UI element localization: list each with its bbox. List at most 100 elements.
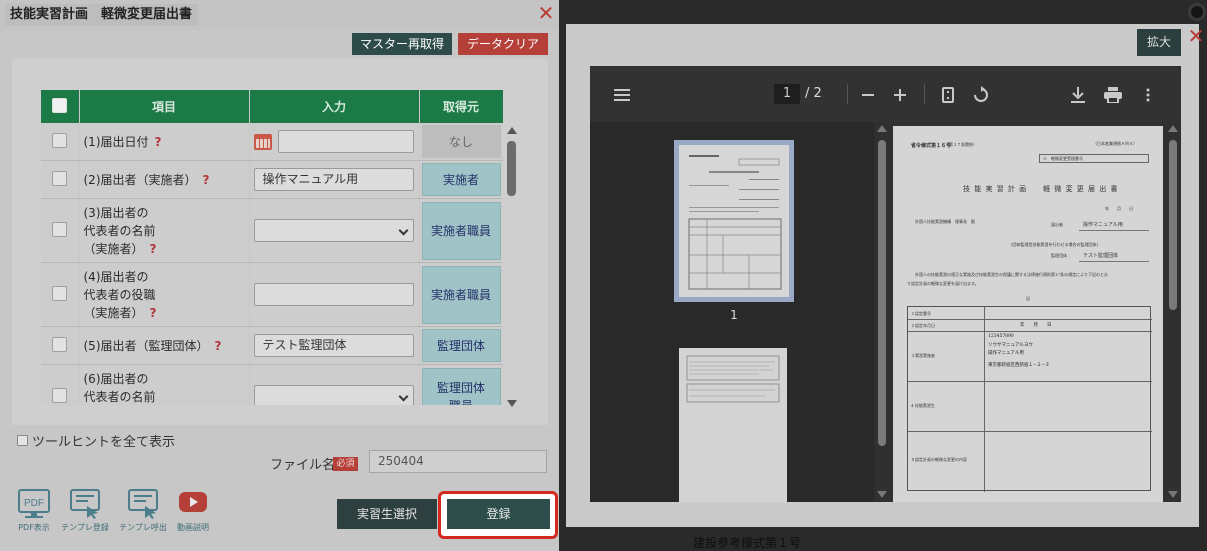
doc-addressee: 外国人技能実習機構 理事長 殿 xyxy=(915,219,975,224)
table-row: (5)届出者（監理団体）? テスト監理団体 監理団体 xyxy=(41,326,503,365)
source-badge[interactable]: 監理団体 職員 xyxy=(421,367,501,405)
scroll-down-icon[interactable] xyxy=(877,491,887,498)
source-badge[interactable]: 実施者職員 xyxy=(421,265,501,324)
source-badge: なし xyxy=(421,125,501,158)
video-guide-tool[interactable]: 動画説明 xyxy=(166,488,220,533)
file-name-input[interactable]: 250404 xyxy=(369,450,547,473)
doc-table-value: 操作マニュアル用 xyxy=(988,351,1024,356)
menu-icon[interactable] xyxy=(612,66,632,122)
select-trainee-button[interactable]: 実習生選択 xyxy=(337,499,437,529)
representative-title-input[interactable] xyxy=(253,283,414,306)
data-clear-button[interactable]: データクリア xyxy=(458,33,548,55)
tool-label: 動画説明 xyxy=(177,523,209,532)
form-scrollbar[interactable] xyxy=(505,127,518,407)
doc-table-rule xyxy=(908,319,1152,320)
doc-body-line-1: 外国人の技能実習の適正な実施及び技能実習生の保護に関する法律施行規則第17条の規… xyxy=(915,272,1109,277)
tool-label: テンプレ呼出 xyxy=(119,523,167,532)
rotate-icon[interactable] xyxy=(970,66,992,122)
thumbnail-pane: 1 xyxy=(590,122,874,502)
reporter-supervisor-input[interactable]: テスト監理団体 xyxy=(253,334,414,357)
more-options-icon[interactable] xyxy=(1140,66,1156,122)
doc-table-label: １認定番号 xyxy=(911,311,931,316)
form-table: 項目 入力 取得元 (1)届出日付? なし (2)届出者（実施者） ? 操作マニ… xyxy=(41,90,503,405)
doc-table-rule xyxy=(908,431,1152,432)
page-number-input[interactable]: 1 xyxy=(774,84,800,104)
row-checkbox[interactable] xyxy=(52,132,68,148)
scroll-up-icon[interactable] xyxy=(877,125,887,132)
row-checkbox[interactable] xyxy=(52,221,68,237)
thumbnail-scrollbar[interactable] xyxy=(876,122,888,502)
scroll-down-icon[interactable] xyxy=(1168,491,1178,498)
doc-reporter-label: 届出者 xyxy=(1051,222,1063,227)
pdf-toolbar: 1 / 2 xyxy=(590,66,1181,122)
page-scrollbar[interactable] xyxy=(1167,122,1181,502)
help-icon[interactable]: ? xyxy=(215,339,222,353)
download-icon[interactable] xyxy=(1068,66,1088,122)
form-panel: 項目 入力 取得元 (1)届出日付? なし (2)届出者（実施者） ? 操作マニ… xyxy=(12,59,548,425)
item-label: (5)届出者（監理団体） xyxy=(83,338,209,353)
report-date-input[interactable] xyxy=(277,130,414,153)
expand-button[interactable]: 拡大 xyxy=(1137,29,1181,56)
column-header-item: 項目 xyxy=(79,90,250,123)
page-thumbnail-1[interactable] xyxy=(674,140,794,302)
template-call-tool[interactable]: テンプレ呼出 xyxy=(116,488,170,533)
close-icon[interactable]: ✕ xyxy=(537,2,555,24)
close-icon[interactable]: ✕ xyxy=(1186,24,1206,48)
required-badge: 必須 xyxy=(333,457,358,471)
show-tooltips-checkbox[interactable] xyxy=(17,434,28,446)
doc-receipt-label: ※ 軽微変更受理番号 xyxy=(1043,156,1083,161)
doc-title: 技 能 実 習 計 画 軽 微 変 更 届 出 書 xyxy=(963,185,1119,193)
doc-table-rule xyxy=(908,381,1152,382)
edit-dialog: 技能実習計画 軽微変更届出書 ✕ マスター再取得 データクリア 項目 入力 取得… xyxy=(0,0,559,551)
master-refetch-button[interactable]: マスター再取得 xyxy=(352,33,452,55)
doc-note-mark: 記 xyxy=(1026,296,1030,301)
tool-label: PDF表示 xyxy=(18,523,50,532)
table-header-row: 項目 入力 取得元 xyxy=(41,90,503,123)
scroll-thumb[interactable] xyxy=(507,141,516,196)
row-checkbox[interactable] xyxy=(52,336,68,352)
scroll-down-icon[interactable] xyxy=(507,400,517,407)
youtube-icon xyxy=(179,492,207,512)
help-icon[interactable]: ? xyxy=(150,242,157,256)
show-all-tooltips-toggle[interactable]: ツールヒントを全て表示 xyxy=(17,432,175,450)
register-button[interactable]: 登録 xyxy=(447,499,550,529)
doc-paper-size: （日本産業規格Ａ列４） xyxy=(1093,141,1137,146)
doc-table-label: ２認定年月日 xyxy=(911,323,935,328)
scroll-thumb[interactable] xyxy=(878,140,886,446)
help-icon[interactable]: ? xyxy=(150,306,157,320)
page-separator: / xyxy=(805,86,810,101)
doc-table-rule xyxy=(984,307,985,492)
row-checkbox[interactable] xyxy=(52,387,68,403)
item-label: (2)届出者（実施者） xyxy=(83,172,197,187)
row-checkbox[interactable] xyxy=(52,285,68,301)
scroll-thumb[interactable] xyxy=(1169,140,1177,310)
select-all-checkbox[interactable] xyxy=(52,97,68,113)
help-icon[interactable]: ? xyxy=(203,173,210,187)
help-icon[interactable]: ? xyxy=(155,135,162,149)
zoom-out-icon[interactable] xyxy=(858,66,878,122)
fit-page-icon[interactable] xyxy=(938,66,958,122)
doc-table-rule xyxy=(908,331,1152,332)
page-thumbnail-2[interactable] xyxy=(679,348,787,502)
template-register-tool[interactable]: テンプレ登録 xyxy=(58,488,112,533)
source-badge[interactable]: 実施者 xyxy=(421,163,501,196)
item-label: (6)届出者の 代表者の名前 （監理団体） xyxy=(83,371,156,404)
source-badge[interactable]: 実施者職員 xyxy=(421,201,501,260)
doc-table-label: ３実習実施者 xyxy=(911,353,935,358)
scroll-up-icon[interactable] xyxy=(507,127,517,134)
doc-reporter-value: 操作マニュアル用 xyxy=(1083,222,1123,228)
page-count: / 2 xyxy=(805,82,822,106)
representative-name-select[interactable] xyxy=(253,219,414,242)
doc-table-value: 東京都新宿区西新宿１−２−３ xyxy=(988,363,1050,368)
file-name-label: ファイル名 xyxy=(270,458,336,473)
zoom-in-icon[interactable] xyxy=(890,66,910,122)
calendar-icon[interactable] xyxy=(253,133,272,150)
scroll-up-icon[interactable] xyxy=(1168,125,1178,132)
supervisor-representative-select[interactable] xyxy=(253,385,414,405)
ring-icon xyxy=(1188,3,1206,21)
source-badge[interactable]: 監理団体 xyxy=(421,329,501,362)
reporter-implementer-input[interactable]: 操作マニュアル用 xyxy=(253,168,414,191)
row-checkbox[interactable] xyxy=(52,170,68,186)
print-icon[interactable] xyxy=(1102,66,1124,122)
pdf-view-tool[interactable]: PDF PDF表示 xyxy=(7,488,61,533)
